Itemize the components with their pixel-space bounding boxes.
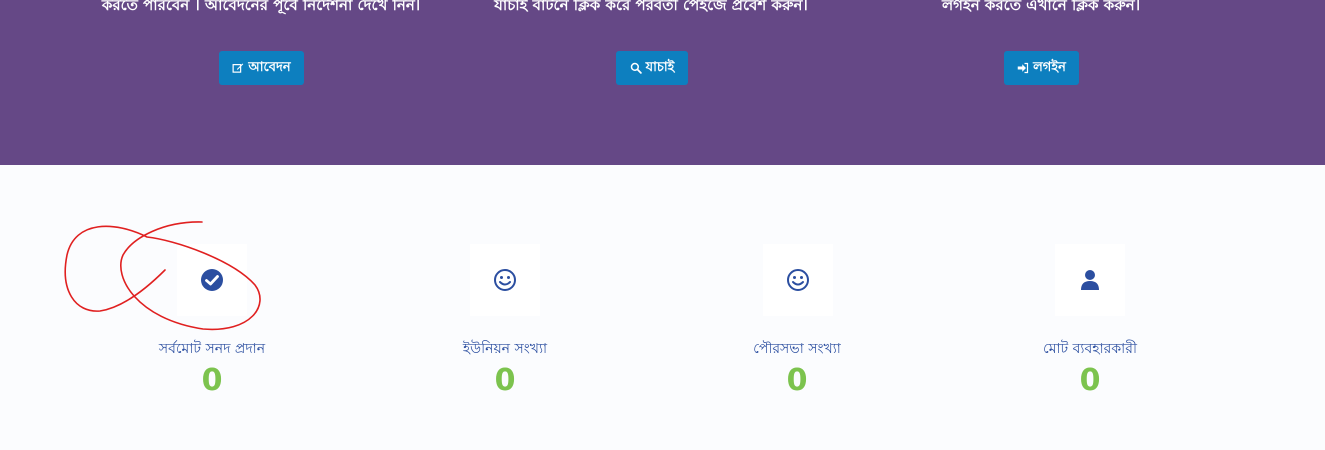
hero-text-verify: যাচাই বাটনে ক্লিক করে পরবর্তী পেইজে প্রব… <box>494 0 808 14</box>
stat-count: 0 <box>201 363 223 398</box>
apply-button[interactable]: আবেদন <box>219 51 304 85</box>
hero-column-apply: করতে পারবেন । আবেদনের পূর্বে নির্দেশনা দ… <box>61 0 461 165</box>
stat-label: পৌরসভা সংখ্যা <box>753 341 841 357</box>
edit-icon <box>232 63 244 73</box>
hero-text-apply: করতে পারবেন । আবেদনের পূর্বে নির্দেশনা দ… <box>101 0 421 14</box>
hero-banner: করতে পারবেন । আবেদনের পূর্বে নির্দেশনা দ… <box>0 0 1325 165</box>
smiley-icon <box>787 269 809 291</box>
smiley-icon <box>494 269 516 291</box>
verify-button[interactable]: যাচাই <box>616 51 688 85</box>
stat-count: 0 <box>494 363 516 398</box>
stat-label: সর্বমোট সনদ প্রদান <box>158 341 266 357</box>
login-button-label: লগইন <box>1033 59 1066 75</box>
user-icon <box>1081 270 1099 290</box>
check-circle-icon <box>201 269 223 291</box>
hero-column-verify: যাচাই বাটনে ক্লিক করে পরবর্তী পেইজে প্রব… <box>451 0 851 165</box>
stat-label: ইউনিয়ন সংখ্যা <box>462 341 548 357</box>
sign-in-icon <box>1017 62 1029 74</box>
stat-icon-box <box>177 244 247 316</box>
login-button[interactable]: লগইন <box>1004 51 1079 85</box>
stat-icon-box <box>1055 244 1125 316</box>
stat-label: মোট ব্যবহারকারী <box>1043 341 1137 357</box>
statistics-section: সর্বমোট সনদ প্রদান 0 ইউনিয়ন সংখ্যা 0 পৌ… <box>0 165 1325 450</box>
hero-text-login: লগইন করতে এখানে ক্লিক করুন। <box>941 0 1141 14</box>
apply-button-label: আবেদন <box>248 59 291 75</box>
stat-count: 0 <box>1079 363 1101 398</box>
verify-button-label: যাচাই <box>645 59 675 75</box>
hero-column-login: লগইন করতে এখানে ক্লিক করুন। লগইন <box>841 0 1241 165</box>
stat-icon-box <box>470 244 540 316</box>
stat-icon-box <box>763 244 833 316</box>
stat-count: 0 <box>786 363 808 398</box>
search-icon <box>630 62 642 74</box>
